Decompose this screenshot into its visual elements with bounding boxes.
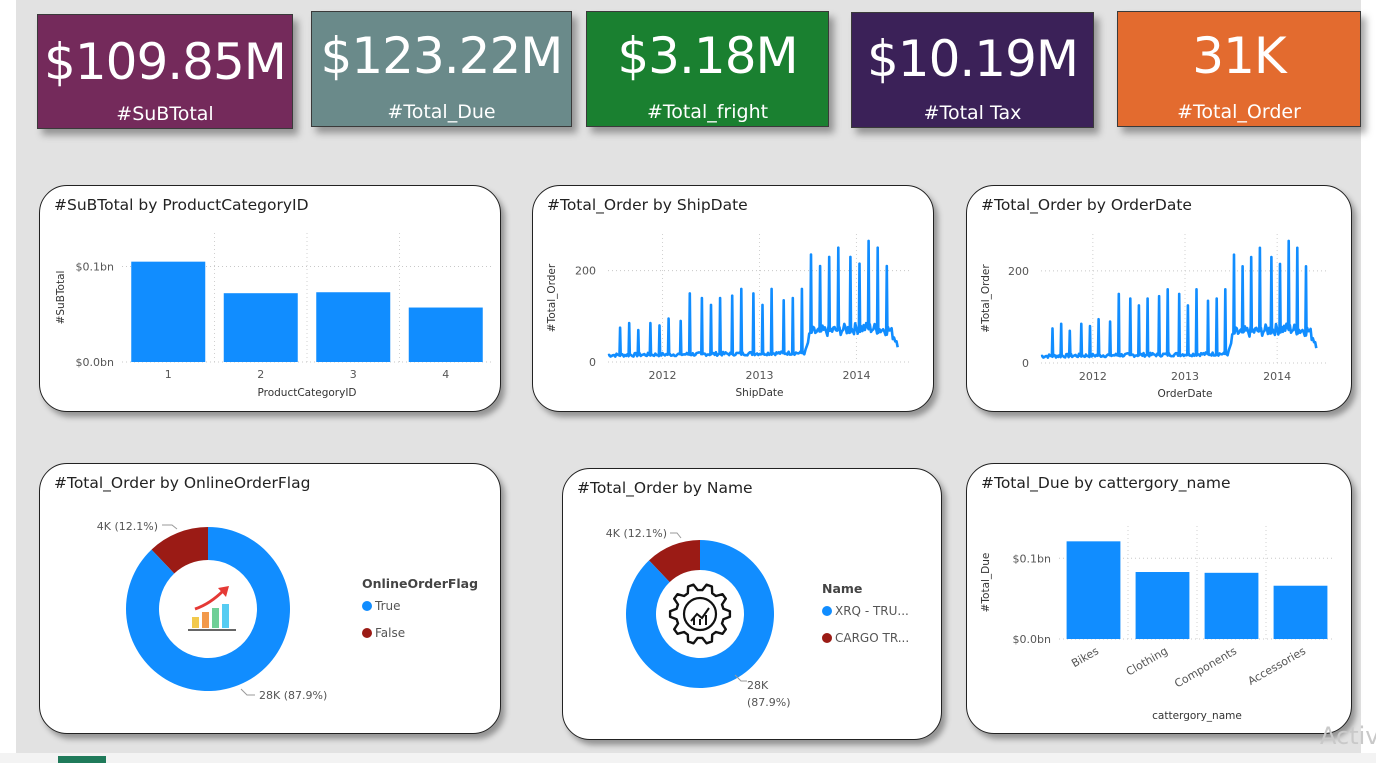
legend-item: True xyxy=(374,599,401,613)
legend-marker xyxy=(362,601,372,611)
y-tick-label: 200 xyxy=(575,265,596,278)
donut-chart-online-flag: 4K (12.1%) 28K (87.9%) OnlineOrderFlag True… xyxy=(97,520,478,702)
growth-chart-icon xyxy=(222,604,229,628)
chart-card-orders-by-shipdate[interactable]: #Total_Order by ShipDate 0 200 2012 2013 201… xyxy=(532,185,934,412)
line-chart-shipdate: 0 200 2012 2013 2014 ShipDate #Total_Order xyxy=(546,234,911,399)
x-tick-label: 1 xyxy=(165,368,172,381)
chart-card-orders-by-orderdate[interactable]: #Total_Order by OrderDate 0 200 2012 2013 20… xyxy=(966,185,1352,412)
bar-chart-subtotal: $0.0bn $0.1bn 1 2 3 4 ProductCategoryID #SuBTot… xyxy=(55,233,492,399)
page-tab[interactable] xyxy=(58,756,106,763)
watermark-text: Activ xyxy=(1320,722,1376,750)
kpi-label: #Total_Order xyxy=(1177,101,1301,123)
series-line xyxy=(1040,239,1318,359)
kpi-value: $123.22M xyxy=(320,27,564,85)
bar xyxy=(1273,585,1328,639)
bottom-page-strip xyxy=(0,753,1376,763)
kpi-card-total-tax[interactable]: $10.19M #Total Tax xyxy=(851,12,1094,128)
x-tick-label: Components xyxy=(1172,644,1239,690)
bar xyxy=(1135,572,1190,639)
legend-marker xyxy=(822,633,832,643)
bar xyxy=(408,307,483,362)
x-axis-label: ProductCategoryID xyxy=(257,387,356,399)
x-tick-label: 2013 xyxy=(1171,370,1199,383)
kpi-label: #Total_fright xyxy=(646,101,769,123)
legend-title: OnlineOrderFlag xyxy=(362,576,478,591)
x-tick-label: 2014 xyxy=(842,369,870,382)
legend-marker xyxy=(822,606,832,616)
series-line xyxy=(607,239,899,358)
chart-card-orders-by-name[interactable]: #Total_Order by Name 4K (12.1%) 28K (87.9%… xyxy=(562,468,942,740)
gear-chart-icon xyxy=(682,596,718,632)
kpi-label: #SuBTotal xyxy=(116,103,214,125)
y-tick-label: $0.0bn xyxy=(76,356,114,369)
kpi-card-total-due[interactable]: $123.22M #Total_Due xyxy=(311,11,572,127)
bar xyxy=(131,261,206,362)
x-tick-label: 2012 xyxy=(649,369,677,382)
data-label: 28K xyxy=(747,679,769,692)
data-label: (87.9%) xyxy=(747,696,791,709)
growth-chart-icon xyxy=(202,612,209,628)
data-label: 28K (87.9%) xyxy=(259,689,327,702)
donut-chart-name: 4K (12.1%) 28K (87.9%) Name XRQ - TRU... CARG… xyxy=(606,527,909,709)
legend-marker xyxy=(362,628,372,638)
chart-card-subtotal-by-category[interactable]: #SuBTotal by ProductCategoryID $0.0bn $0.… xyxy=(39,185,501,412)
y-tick-label: $0.1bn xyxy=(76,260,114,273)
gear-chart-icon xyxy=(668,583,732,645)
x-tick-label: 2014 xyxy=(1263,370,1291,383)
y-axis-label: #SuBTotal xyxy=(55,271,67,325)
legend-item: False xyxy=(375,626,405,640)
line-chart-orderdate: 0 200 2012 2013 2014 OrderDate #Total_Order xyxy=(980,234,1329,400)
bar-chart-total-due: $0.0bn $0.1bn Bikes Clothing Components Acces… xyxy=(980,526,1335,722)
y-tick-label: $0.0bn xyxy=(1013,633,1051,646)
kpi-value: $10.19M xyxy=(866,30,1079,88)
donut-slice xyxy=(626,540,774,688)
growth-chart-icon xyxy=(194,588,226,611)
leader-line xyxy=(162,524,178,530)
x-tick-label: Bikes xyxy=(1069,644,1101,670)
x-tick-label: 2013 xyxy=(746,369,774,382)
kpi-value: $109.85M xyxy=(44,33,287,91)
kpi-value: 31K xyxy=(1192,27,1286,85)
y-axis-label: #Total_Order xyxy=(546,263,558,332)
legend-title: Name xyxy=(822,581,862,596)
bar xyxy=(1204,572,1259,639)
y-axis-label: #Total_Due xyxy=(980,553,992,613)
kpi-label: #Total Tax xyxy=(923,102,1022,124)
bar xyxy=(316,292,391,362)
x-tick-label: 3 xyxy=(350,368,357,381)
x-axis-label: cattergory_name xyxy=(1152,710,1242,722)
x-axis-label: ShipDate xyxy=(736,387,784,399)
chart-card-due-by-category-name[interactable]: #Total_Due by cattergory_name $0.0bn $0.1… xyxy=(966,463,1352,734)
leader-line xyxy=(670,532,682,539)
x-tick-label: 4 xyxy=(442,368,449,381)
chart-card-orders-by-online-flag[interactable]: #Total_Order by OnlineOrderFlag 4K (12.1… xyxy=(39,463,501,734)
legend-item: CARGO TR... xyxy=(835,631,909,645)
kpi-card-total-order[interactable]: 31K #Total_Order xyxy=(1117,11,1361,127)
kpi-label: #Total_Due xyxy=(387,101,496,123)
growth-chart-icon xyxy=(192,617,199,628)
y-tick-label: 0 xyxy=(589,356,596,369)
kpi-card-subtotal[interactable]: $109.85M #SuBTotal xyxy=(37,14,293,129)
bar xyxy=(223,293,298,362)
x-tick-label: Accessories xyxy=(1246,644,1309,688)
data-label: 4K (12.1%) xyxy=(606,527,667,540)
legend-item: XRQ - TRU... xyxy=(835,604,909,618)
y-tick-label: 0 xyxy=(1022,357,1029,370)
bar xyxy=(1066,541,1121,639)
kpi-card-total-freight[interactable]: $3.18M #Total_fright xyxy=(586,11,829,127)
x-tick-label: 2 xyxy=(257,368,264,381)
y-axis-label: #Total_Order xyxy=(980,264,992,333)
y-tick-label: $0.1bn xyxy=(1013,552,1051,565)
leader-line xyxy=(240,688,255,696)
donut-slice xyxy=(126,527,290,691)
x-axis-label: OrderDate xyxy=(1158,388,1213,400)
x-tick-label: Clothing xyxy=(1124,644,1170,678)
growth-chart-icon xyxy=(212,608,219,628)
y-tick-label: 200 xyxy=(1008,265,1029,278)
x-tick-label: 2012 xyxy=(1079,370,1107,383)
kpi-value: $3.18M xyxy=(617,27,798,85)
right-scroll-strip xyxy=(1361,0,1376,763)
data-label: 4K (12.1%) xyxy=(97,520,158,533)
